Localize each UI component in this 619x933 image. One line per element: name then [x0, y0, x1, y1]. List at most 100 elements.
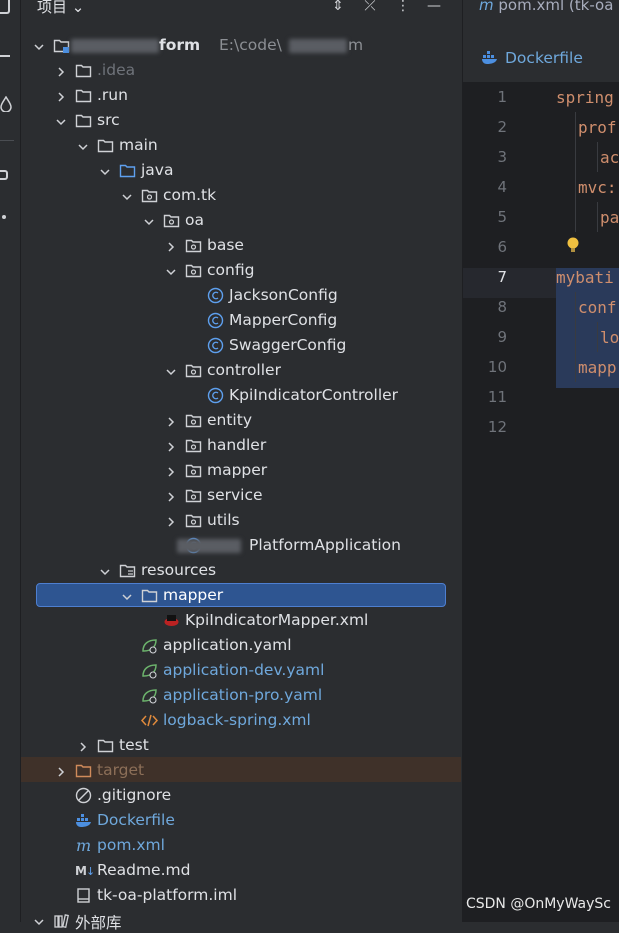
class-icon: [207, 312, 224, 329]
tree-item[interactable]: controller: [21, 358, 461, 383]
chevron-down-icon[interactable]: [143, 214, 155, 226]
tree-item[interactable]: 外部库: [21, 908, 461, 933]
dot-icon[interactable]: [2, 215, 6, 219]
tree-item[interactable]: form E:\code\ m: [21, 33, 461, 58]
tree-item[interactable]: utils: [21, 508, 461, 533]
structure-icon[interactable]: [0, 170, 8, 180]
chevron-down-icon[interactable]: [165, 364, 177, 376]
chevron-down-icon[interactable]: [165, 264, 177, 276]
tree-item-label: form: [159, 36, 201, 54]
chevron-down-icon[interactable]: ⌄: [72, 0, 85, 16]
tree-item-label: SwaggerConfig: [229, 336, 347, 354]
tree-item[interactable]: test: [21, 733, 461, 758]
tree-item[interactable]: KpiIndicatorMapper.xml: [21, 608, 461, 633]
editor-tab-row-1: m pom.xml (tk-oa: [463, 0, 619, 33]
tree-item-label: KpiIndicatorController: [229, 386, 399, 404]
tree-item[interactable]: KpiIndicatorController: [21, 383, 461, 408]
tab-dockerfile[interactable]: Dockerfile: [505, 49, 583, 67]
collapse-all-icon[interactable]: ⤫: [362, 0, 378, 14]
module-path: E:\code\: [219, 36, 282, 54]
tool-window-strip: [0, 0, 21, 922]
tree-item-selected[interactable]: mapper: [21, 583, 461, 608]
tree-item[interactable]: PlatformApplication: [21, 533, 461, 558]
package-icon: [185, 412, 202, 429]
chevron-right-icon[interactable]: [165, 464, 177, 477]
indent-guide: [597, 202, 598, 232]
project-panel-title[interactable]: 项目 ⌄: [37, 0, 84, 17]
chevron-down-icon[interactable]: [99, 164, 111, 176]
tree-item[interactable]: .gitignore: [21, 783, 461, 808]
minus-icon[interactable]: [0, 55, 10, 57]
tree-item[interactable]: tk-oa-platform.iml: [21, 883, 461, 908]
line-number: 9: [497, 328, 507, 346]
chevron-down-icon[interactable]: [77, 139, 89, 151]
code-line: lo: [600, 328, 619, 347]
tree-item[interactable]: .run: [21, 83, 461, 108]
tree-item[interactable]: mapper: [21, 458, 461, 483]
tree-item[interactable]: logback-spring.xml: [21, 708, 461, 733]
tree-item[interactable]: config: [21, 258, 461, 283]
tree-item[interactable]: handler: [21, 433, 461, 458]
package-icon: [185, 487, 202, 504]
maven-icon: m: [479, 0, 494, 14]
expand-collapse-icon[interactable]: ⇕: [330, 0, 346, 14]
hide-panel-icon[interactable]: —: [426, 0, 442, 14]
tree-item[interactable]: com.tk: [21, 183, 461, 208]
chevron-right-icon[interactable]: [165, 439, 177, 452]
chevron-down-icon[interactable]: [33, 914, 45, 926]
tree-item[interactable]: java: [21, 158, 461, 183]
tree-item[interactable]: SwaggerConfig: [21, 333, 461, 358]
more-options-icon[interactable]: ⋮: [395, 0, 411, 14]
chevron-right-icon[interactable]: [165, 414, 177, 427]
tree-item[interactable]: main: [21, 133, 461, 158]
watermark: CSDN @OnMyWaySc: [465, 896, 611, 912]
line-number: 4: [497, 178, 507, 196]
tree-item[interactable]: application-dev.yaml: [21, 658, 461, 683]
tree-item[interactable]: application.yaml: [21, 633, 461, 658]
chevron-right-icon[interactable]: [165, 489, 177, 502]
chevron-right-icon[interactable]: [165, 239, 177, 252]
iml-icon: [75, 887, 92, 904]
tree-item[interactable]: entity: [21, 408, 461, 433]
code-line: ac: [600, 148, 619, 167]
tree-item-label: pom.xml: [97, 836, 165, 854]
chevron-down-icon[interactable]: [121, 589, 133, 601]
tab-pom-xml[interactable]: m pom.xml (tk-oa: [479, 0, 613, 14]
chevron-down-icon[interactable]: [121, 189, 133, 201]
tree-item[interactable]: MapperConfig: [21, 308, 461, 333]
tree-item[interactable]: M ↓ Readme.md: [21, 858, 461, 883]
tree-item[interactable]: .idea: [21, 58, 461, 83]
chevron-down-icon[interactable]: [55, 114, 67, 126]
divider: [0, 140, 14, 141]
tree-item[interactable]: base: [21, 233, 461, 258]
tree-item[interactable]: target: [21, 758, 461, 783]
lightbulb-icon[interactable]: [566, 236, 580, 258]
tree-item[interactable]: src: [21, 108, 461, 133]
drop-icon[interactable]: [0, 95, 12, 113]
tree-item[interactable]: JacksonConfig: [21, 283, 461, 308]
class-icon: [207, 337, 224, 354]
chevron-down-icon[interactable]: [99, 564, 111, 576]
tree-item-label: .gitignore: [97, 786, 172, 804]
line-number: 8: [497, 298, 507, 316]
tree-item[interactable]: resources: [21, 558, 461, 583]
tree-item[interactable]: oa: [21, 208, 461, 233]
tree-item[interactable]: service: [21, 483, 461, 508]
tree-item-label: base: [207, 236, 244, 254]
tree-item-label: PlatformApplication: [249, 536, 401, 554]
tree-item[interactable]: Dockerfile: [21, 808, 461, 833]
tree-item-label: 外部库: [75, 914, 122, 932]
chevron-down-icon[interactable]: [33, 39, 45, 51]
line-number: 7: [497, 268, 507, 286]
chevron-right-icon[interactable]: [55, 89, 67, 102]
project-tool-icon[interactable]: [0, 0, 10, 14]
chevron-right-icon[interactable]: [55, 764, 67, 777]
chevron-right-icon[interactable]: [165, 514, 177, 527]
package-icon: [185, 437, 202, 454]
tree-item[interactable]: application-pro.yaml: [21, 683, 461, 708]
tree-item[interactable]: m pom.xml: [21, 833, 461, 858]
tree-item-label: resources: [141, 561, 217, 579]
chevron-right-icon[interactable]: [77, 739, 89, 752]
chevron-right-icon[interactable]: [55, 64, 67, 77]
folder-icon: [75, 87, 92, 104]
